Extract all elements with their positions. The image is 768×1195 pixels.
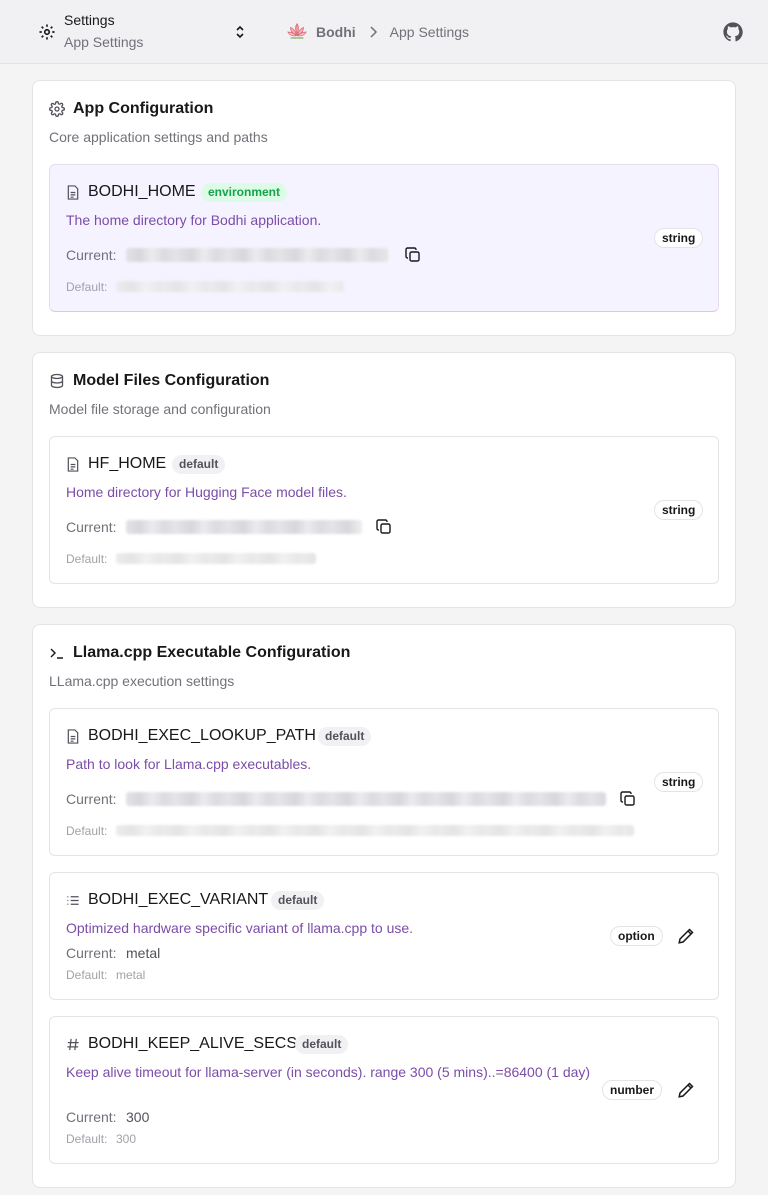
- current-value: metal: [126, 945, 161, 961]
- setting-name: BODHI_EXEC_LOOKUP_PATH: [88, 727, 316, 744]
- default-label: Default:: [66, 968, 108, 982]
- section-model-files-configuration: Model Files Configuration Model file sto…: [32, 352, 736, 608]
- gear-icon: [49, 101, 65, 117]
- source-badge: default: [271, 891, 325, 910]
- section-title: App Configuration: [73, 100, 214, 117]
- setting-bodhi-home: BODHI_HOME environment The home director…: [49, 164, 719, 312]
- type-badge: string: [654, 228, 704, 248]
- section-app-configuration: App Configuration Core application setti…: [32, 80, 736, 336]
- setting-name: HF_HOME: [88, 455, 167, 472]
- current-label: Current:: [66, 791, 117, 807]
- list-icon: [67, 896, 79, 905]
- file-icon: [67, 729, 79, 744]
- section-description: Core application settings and paths: [49, 129, 268, 145]
- current-value-redacted: [126, 248, 388, 262]
- terminal-icon: [50, 648, 63, 659]
- source-badge: environment: [201, 183, 288, 202]
- pencil-icon[interactable]: [677, 1081, 695, 1099]
- setting-description: Keep alive timeout for llama-server (in …: [66, 1064, 591, 1080]
- setting-name: BODHI_HOME: [88, 183, 196, 200]
- setting-description: Optimized hardware specific variant of l…: [66, 920, 414, 936]
- default-label: Default:: [66, 1132, 108, 1146]
- setting-description: Home directory for Hugging Face model fi…: [66, 484, 347, 500]
- current-value-redacted: [126, 792, 606, 806]
- setting-description: The home directory for Bodhi application…: [66, 212, 322, 228]
- breadcrumb-current: App Settings: [389, 24, 470, 40]
- current-label: Current:: [66, 247, 117, 263]
- database-icon: [50, 373, 64, 389]
- chevron-right-icon: [370, 26, 377, 38]
- default-label: Default:: [66, 824, 108, 838]
- default-value-redacted: [116, 281, 344, 292]
- file-icon: [67, 185, 79, 200]
- type-badge: string: [654, 500, 704, 520]
- setting-name: BODHI_KEEP_ALIVE_SECS: [88, 1035, 297, 1052]
- section-title: Llama.cpp Executable Configuration: [73, 644, 351, 661]
- selector-subtitle: App Settings: [64, 34, 144, 50]
- lotus-logo-icon[interactable]: [286, 21, 308, 43]
- chevron-up-down-icon: [236, 25, 244, 39]
- copy-icon[interactable]: [620, 791, 636, 807]
- source-badge: default: [295, 1035, 349, 1054]
- default-label: Default:: [66, 280, 108, 294]
- setting-description: Path to look for Llama.cpp executables.: [66, 756, 312, 772]
- setting-bodhi-exec-variant: BODHI_EXEC_VARIANT default Optimized har…: [49, 872, 719, 1000]
- current-label: Current:: [66, 1109, 117, 1125]
- section-description: Model file storage and configuration: [49, 401, 271, 417]
- current-value-redacted: [126, 520, 362, 534]
- file-icon: [67, 457, 79, 472]
- current-label: Current:: [66, 519, 117, 535]
- section-llama-cpp-configuration: Llama.cpp Executable Configuration LLama…: [32, 624, 736, 1188]
- hash-icon: [67, 1038, 79, 1051]
- default-value-redacted: [116, 825, 634, 836]
- breadcrumb-root[interactable]: Bodhi: [316, 24, 356, 40]
- default-value: metal: [116, 968, 146, 982]
- source-badge: default: [318, 727, 372, 746]
- default-value-redacted: [116, 553, 316, 564]
- current-value: 300: [126, 1109, 150, 1125]
- current-label: Current:: [66, 945, 117, 961]
- top-bar: Settings App Settings Bodhi App Settings: [0, 0, 768, 64]
- type-badge: number: [602, 1080, 663, 1100]
- section-description: LLama.cpp execution settings: [49, 673, 235, 689]
- copy-icon[interactable]: [376, 519, 392, 535]
- default-label: Default:: [66, 552, 108, 566]
- pencil-icon[interactable]: [677, 927, 695, 945]
- type-badge: string: [654, 772, 704, 792]
- page-selector[interactable]: Settings App Settings: [38, 10, 250, 54]
- setting-bodhi-exec-lookup-path: BODHI_EXEC_LOOKUP_PATH default Path to l…: [49, 708, 719, 856]
- setting-bodhi-keep-alive-secs: BODHI_KEEP_ALIVE_SECS default Keep alive…: [49, 1016, 719, 1164]
- copy-icon[interactable]: [405, 247, 421, 263]
- gear-icon: [39, 24, 55, 40]
- type-badge: option: [610, 926, 663, 946]
- breadcrumb: Bodhi App Settings: [286, 20, 469, 44]
- default-value: 300: [116, 1132, 137, 1146]
- github-icon[interactable]: [722, 21, 744, 43]
- selector-title: Settings: [64, 12, 115, 28]
- section-title: Model Files Configuration: [73, 372, 270, 389]
- source-badge: default: [172, 455, 226, 474]
- setting-hf-home: HF_HOME default Home directory for Huggi…: [49, 436, 719, 584]
- setting-name: BODHI_EXEC_VARIANT: [88, 891, 269, 908]
